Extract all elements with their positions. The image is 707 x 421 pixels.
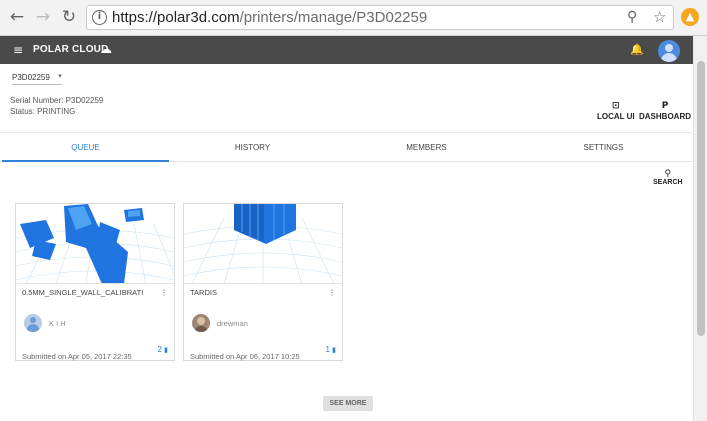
bookmark-star-icon[interactable]: ☆ xyxy=(653,8,666,26)
printer-status: Status: PRINTING xyxy=(10,107,76,116)
tab-settings[interactable]: SETTINGS xyxy=(520,133,687,162)
job-title: TARDIS xyxy=(190,288,217,297)
avatar-head xyxy=(30,317,36,323)
dashboard-button[interactable]: P DASHBOARD xyxy=(639,101,691,122)
local-ui-label: LOCAL UI xyxy=(597,112,635,121)
avatar-body xyxy=(661,53,677,62)
brand-logo[interactable]: POLAR CLOUD xyxy=(33,44,109,55)
file-count-value: 1 xyxy=(325,345,330,354)
job-user: K I H xyxy=(49,319,66,328)
queue-card[interactable]: TARDIS ⋮ drewman 1 ▮ Submitted on Apr 06… xyxy=(183,203,343,361)
file-icon: ▮ xyxy=(332,346,336,354)
extension-icon[interactable]: ▲ xyxy=(681,8,699,26)
job-title: 0.5MM_SINGLE_WALL_CALIBRATI xyxy=(22,288,144,297)
app-header: ≡ POLAR CLOUD ☁ 🔔 xyxy=(0,36,693,64)
hamburger-menu-icon[interactable]: ≡ xyxy=(13,43,23,57)
scrollbar-track[interactable] xyxy=(693,36,707,421)
printer-dropdown[interactable]: P3D02259 ▾ xyxy=(12,72,62,85)
file-count-value: 2 xyxy=(157,345,162,354)
search-button[interactable]: ⚲ SEARCH xyxy=(653,169,683,186)
tardis-model-preview xyxy=(184,204,342,283)
more-options-icon[interactable]: ⋮ xyxy=(160,288,168,297)
submitted-date: Submitted on Apr 05, 2017 22:35 xyxy=(22,352,132,361)
file-count[interactable]: 1 ▮ xyxy=(325,345,336,354)
more-options-icon[interactable]: ⋮ xyxy=(328,288,336,297)
browser-toolbar: ← → ↻ i https://polar3d.com/printers/man… xyxy=(0,0,707,36)
avatar-body xyxy=(194,326,208,332)
file-count[interactable]: 2 ▮ xyxy=(157,345,168,354)
serial-number: Serial Number: P3D02259 xyxy=(10,96,104,105)
submitted-date: Submitted on Apr 06, 2017 10:25 xyxy=(190,352,300,361)
back-arrow-icon[interactable]: ← xyxy=(8,8,26,26)
site-info-icon[interactable]: i xyxy=(92,10,107,25)
calibration-model-preview xyxy=(16,204,174,283)
dashboard-label: DASHBOARD xyxy=(639,112,691,121)
search-label: SEARCH xyxy=(653,179,683,186)
user-avatar xyxy=(192,314,210,332)
avatar-head xyxy=(197,317,205,325)
model-thumbnail[interactable] xyxy=(16,204,174,284)
local-ui-button[interactable]: ⊡ LOCAL UI xyxy=(597,101,635,122)
caret-down-icon: ▾ xyxy=(58,72,62,80)
cloud-icon: ☁ xyxy=(100,42,112,56)
queue-card[interactable]: 0.5MM_SINGLE_WALL_CALIBRATI ⋮ K I H 2 ▮ … xyxy=(15,203,175,361)
url-path: /printers/manage/P3D02259 xyxy=(239,9,428,26)
scrollbar-thumb[interactable] xyxy=(697,61,705,336)
user-avatar xyxy=(24,314,42,332)
tab-bar: QUEUE HISTORY MEMBERS SETTINGS xyxy=(0,132,693,162)
local-ui-icon: ⊡ xyxy=(612,101,620,111)
tab-members[interactable]: MEMBERS xyxy=(343,133,510,162)
url-host: https://polar3d.com xyxy=(112,9,240,26)
forward-arrow-icon[interactable]: → xyxy=(34,8,52,26)
printer-dropdown-value: P3D02259 xyxy=(12,73,50,82)
reload-icon[interactable]: ↻ xyxy=(60,8,78,26)
dashboard-icon: P xyxy=(661,101,669,111)
url-text[interactable]: https://polar3d.com/printers/manage/P3D0… xyxy=(112,9,427,26)
notification-bell-icon[interactable]: 🔔 xyxy=(630,43,644,56)
model-thumbnail[interactable] xyxy=(184,204,342,284)
see-more-button[interactable]: SEE MORE xyxy=(323,396,373,411)
user-avatar[interactable] xyxy=(658,40,680,62)
search-icon: ⚲ xyxy=(664,169,672,179)
job-user: drewman xyxy=(217,319,248,328)
zoom-icon[interactable]: ⚲ xyxy=(627,9,637,25)
tab-queue[interactable]: QUEUE xyxy=(2,133,169,162)
tab-history[interactable]: HISTORY xyxy=(169,133,336,162)
avatar-body xyxy=(27,324,39,332)
file-icon: ▮ xyxy=(164,346,168,354)
avatar-head xyxy=(665,44,673,52)
address-bar[interactable]: i https://polar3d.com/printers/manage/P3… xyxy=(86,5,674,30)
